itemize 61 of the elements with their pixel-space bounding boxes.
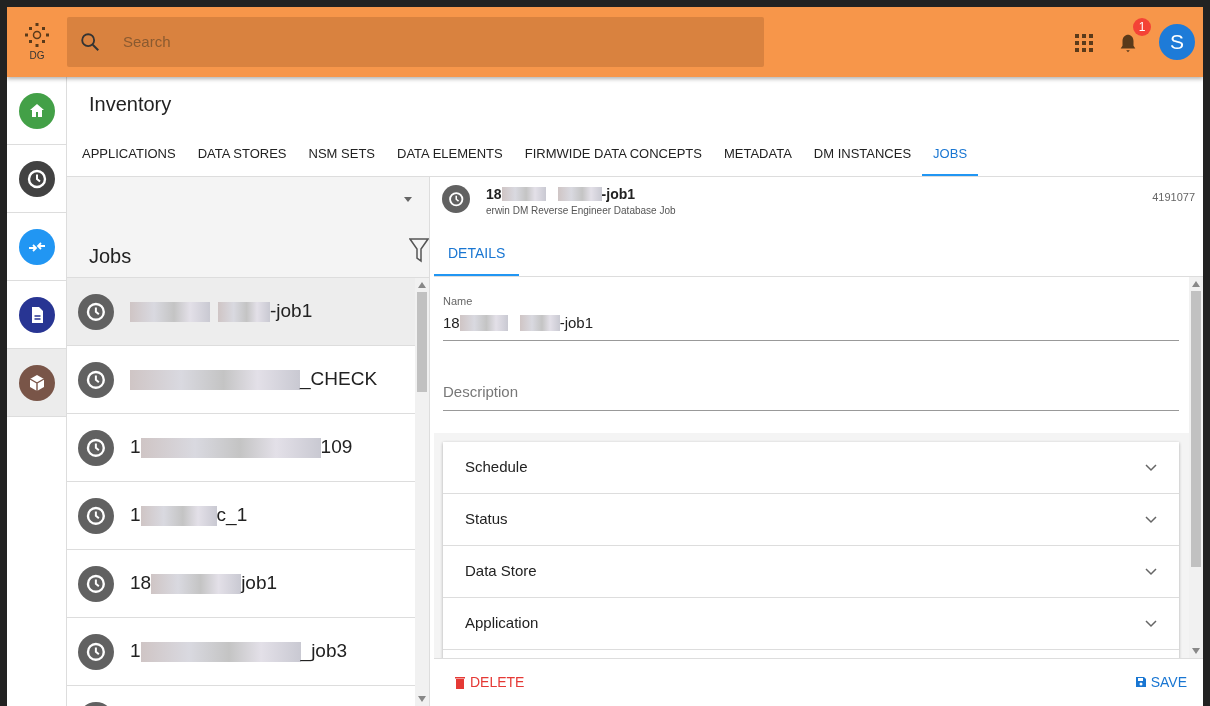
- job-name: 18 job1: [130, 571, 278, 596]
- chevron-icon: [1145, 515, 1157, 524]
- user-avatar[interactable]: S: [1159, 24, 1195, 60]
- detail-subtitle: erwin DM Reverse Engineer Database Job: [486, 204, 677, 218]
- logo-icon: [24, 21, 50, 48]
- scroll-down-icon[interactable]: [1192, 648, 1200, 654]
- tab[interactable]: DATA ELEMENTS: [386, 134, 514, 176]
- tab[interactable]: DETAILS: [434, 232, 520, 276]
- apps-grid-icon: [1075, 33, 1093, 52]
- chevron-icon: [1145, 567, 1157, 576]
- tab[interactable]: APPLICATIONS: [71, 134, 187, 176]
- field-label: Name: [443, 294, 474, 309]
- tab[interactable]: NSM SETS: [297, 134, 386, 176]
- job-name: _CHECK: [130, 365, 378, 394]
- page-title: Inventory: [88, 92, 173, 117]
- tab[interactable]: DATA STORES: [186, 134, 298, 176]
- tab[interactable]: FIRMWIDE DATA CONCEPTS: [513, 134, 713, 176]
- scroll-down-icon[interactable]: [418, 696, 426, 702]
- search-field[interactable]: Search: [121, 29, 764, 55]
- job-name: 1 109: [130, 435, 353, 460]
- chevron-icon: [1145, 463, 1157, 472]
- scrollbar-thumb[interactable]: [417, 292, 427, 392]
- search-icon: [79, 31, 101, 53]
- clock-icon: [78, 633, 114, 670]
- dropdown-caret-icon[interactable]: [403, 197, 413, 203]
- save-button[interactable]: SAVE: [1126, 668, 1195, 697]
- accordion-header[interactable]: Schedule: [443, 442, 1179, 494]
- job-list-item[interactable]: -job1: [67, 278, 415, 346]
- scroll-up-icon[interactable]: [1192, 281, 1200, 287]
- search-bar[interactable]: Search: [67, 17, 764, 67]
- chevron-icon: [1145, 619, 1157, 628]
- tab[interactable]: JOBS: [922, 134, 979, 176]
- accordion-header[interactable]: Data Store: [443, 546, 1179, 598]
- trash-icon: [454, 675, 466, 690]
- name-field[interactable]: 18 -job1: [443, 309, 1179, 341]
- scrollbar[interactable]: [1189, 277, 1203, 658]
- detail-title: 18 -job1: [486, 185, 637, 203]
- tab[interactable]: DM INSTANCES: [802, 134, 923, 176]
- clock-icon: [78, 497, 114, 534]
- list-title: Jobs: [89, 244, 132, 269]
- logo-text: DG: [29, 48, 45, 63]
- clock-icon: [78, 429, 114, 466]
- clock-icon: [442, 185, 470, 213]
- scrollbar-thumb[interactable]: [1191, 291, 1201, 567]
- scrollbar[interactable]: [415, 278, 429, 706]
- job-name: 1 _job3: [130, 639, 348, 664]
- scroll-up-icon[interactable]: [418, 282, 426, 288]
- delete-button[interactable]: DELETE: [446, 668, 533, 697]
- job-name: -job1: [130, 297, 313, 326]
- description-field[interactable]: Description: [443, 379, 1179, 411]
- clock-icon: [78, 293, 114, 330]
- notification-count: 1: [1133, 18, 1151, 36]
- accordion-header[interactable]: Status: [443, 494, 1179, 546]
- clock-icon: [78, 565, 114, 602]
- tab[interactable]: METADATA: [712, 134, 803, 176]
- job-name: 1 c_1: [130, 503, 248, 528]
- record-id: 4191077: [1152, 190, 1195, 205]
- nav-item[interactable]: [7, 349, 66, 417]
- accordion-header[interactable]: Application: [443, 598, 1179, 650]
- filter-icon[interactable]: [409, 237, 429, 263]
- clock-icon: [78, 361, 114, 398]
